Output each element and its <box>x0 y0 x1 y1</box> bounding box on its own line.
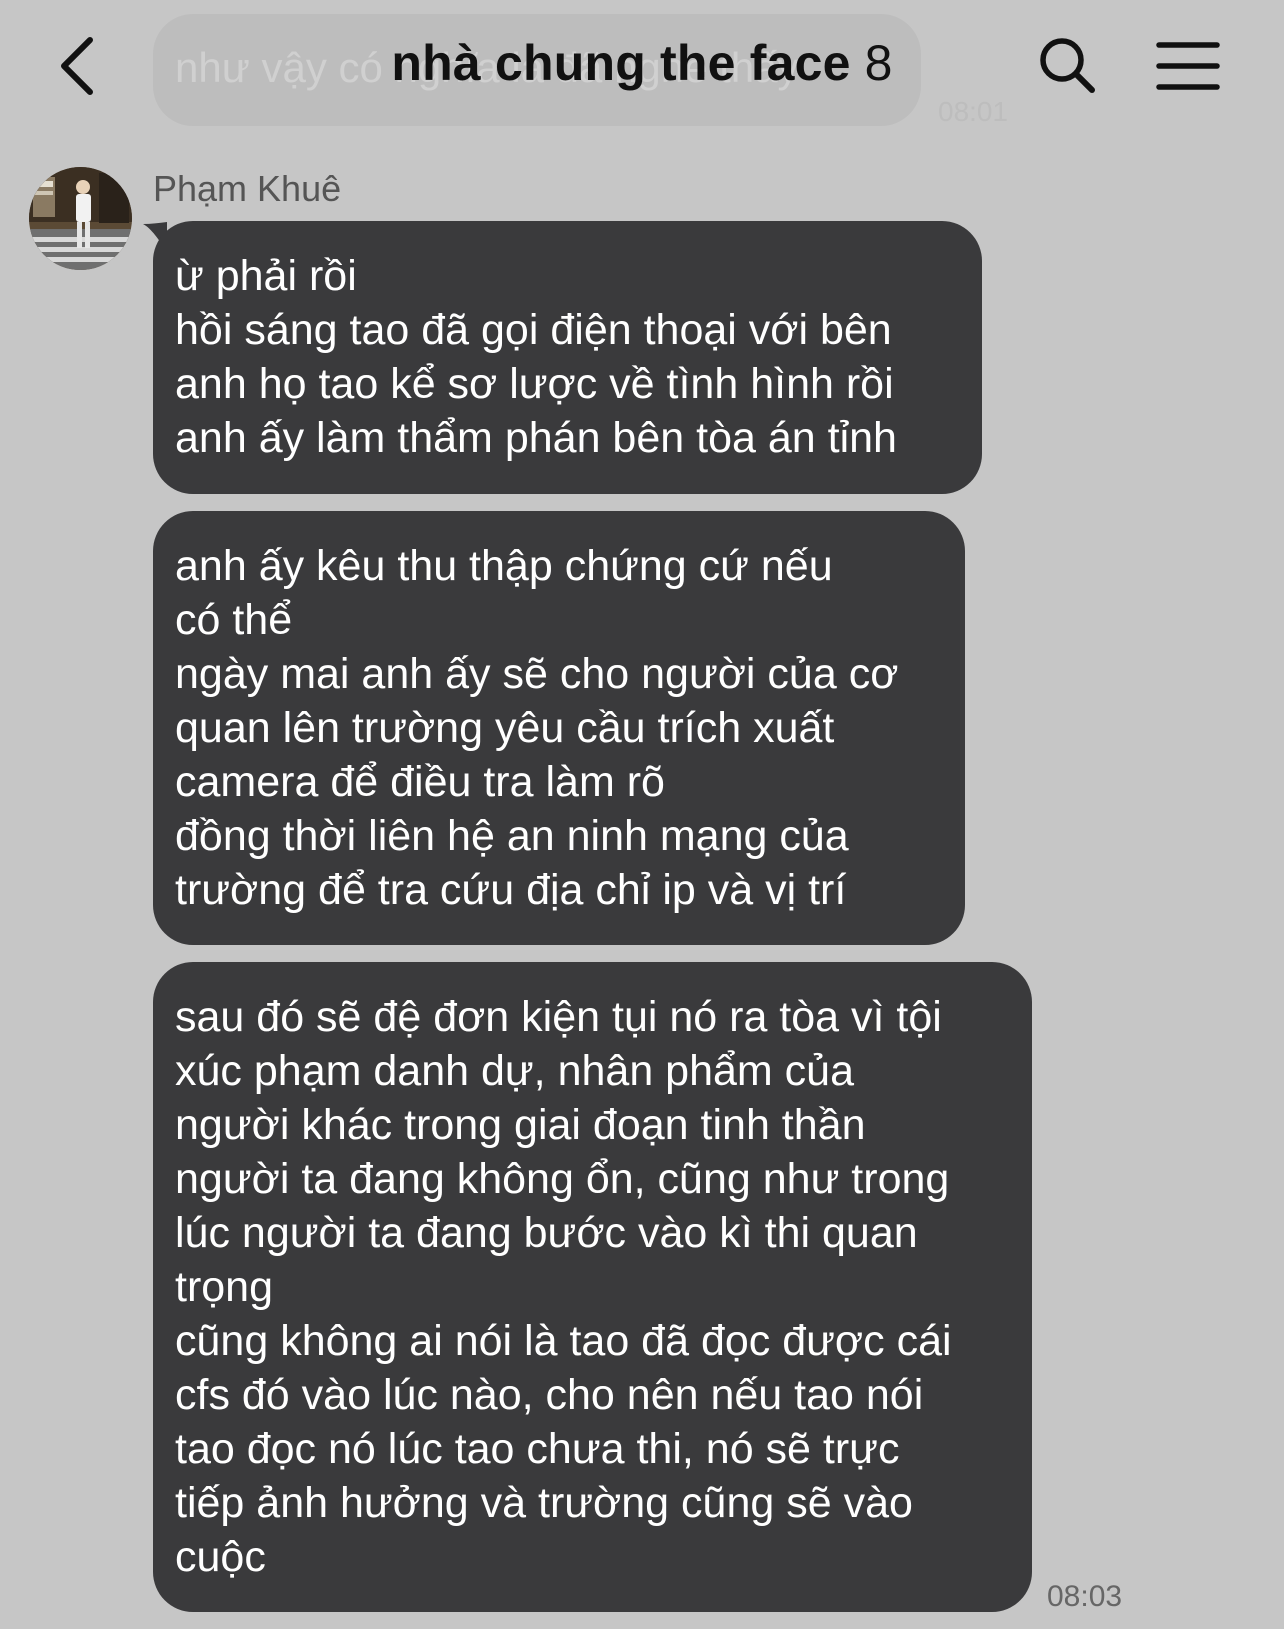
message-bubble[interactable]: ừ phải rồi hồi sáng tao đã gọi điện thoạ… <box>153 221 982 494</box>
message-line: camera để điều tra làm rõ <box>175 758 665 806</box>
message-line: ngày mai anh ấy sẽ cho người của cơ <box>175 650 899 698</box>
message-timestamp: 08:03 <box>1047 1580 1123 1613</box>
sender-name: Phạm Khuê <box>153 168 342 209</box>
message-line: lúc người ta đang bước vào kì thi quan <box>175 1209 918 1257</box>
group-name: nhà chung the face <box>391 35 851 91</box>
message-line: có thể <box>175 596 293 644</box>
message-line: trọng <box>175 1263 274 1311</box>
message-line: tiếp ảnh hưởng và trường cũng sẽ vào <box>175 1479 913 1527</box>
message-line: cũng không ai nói là tao đã đọc được cái <box>175 1317 952 1365</box>
member-count: 8 <box>864 35 893 91</box>
message-line: xúc phạm danh dự, nhân phẩm của <box>175 1047 855 1095</box>
message-line: quan lên trường yêu cầu trích xuất <box>175 704 835 752</box>
message-line: sau đó sẽ đệ đơn kiện tụi nó ra tòa vì t… <box>175 993 942 1041</box>
message-bubble[interactable]: anh ấy kêu thu thập chứng cứ nếu có thể … <box>153 511 965 945</box>
message-line: cfs đó vào lúc nào, cho nên nếu tao nói <box>175 1371 924 1419</box>
message-line: anh ấy làm thẩm phán bên tòa án tỉnh <box>175 414 897 462</box>
message-line: hồi sáng tao đã gọi điện thoại với bên <box>175 306 892 354</box>
menu-button[interactable] <box>1156 40 1220 92</box>
message-bubble[interactable]: sau đó sẽ đệ đơn kiện tụi nó ra tòa vì t… <box>153 962 1032 1612</box>
chat-header: như vậy có nghĩa là đã nghe thấy 08:01 n… <box>0 0 1284 140</box>
message-line: đồng thời liên hệ an ninh mạng của <box>175 812 849 860</box>
avatar-photo <box>29 167 132 270</box>
message-line: ừ phải rồi <box>175 252 357 300</box>
message-line: anh họ tao kể sơ lược về tình hình rồi <box>175 360 894 408</box>
search-button[interactable] <box>1036 34 1100 98</box>
hamburger-menu-icon <box>1156 42 1220 90</box>
message-line: trường để tra cứu địa chỉ ip và vị trí <box>175 866 847 914</box>
message-line: người ta đang không ổn, cũng như trong <box>175 1155 950 1203</box>
message-line: cuộc <box>175 1533 266 1581</box>
message-line: tao đọc nó lúc tao chưa thi, nó sẽ trực <box>175 1425 900 1473</box>
message-line: người khác trong giai đoạn tinh thần <box>175 1101 866 1149</box>
scrolled-message-time: 08:01 <box>938 96 1009 127</box>
search-icon <box>1040 38 1095 93</box>
message-line: anh ấy kêu thu thập chứng cứ nếu <box>175 542 833 590</box>
sender-avatar[interactable] <box>29 167 132 270</box>
